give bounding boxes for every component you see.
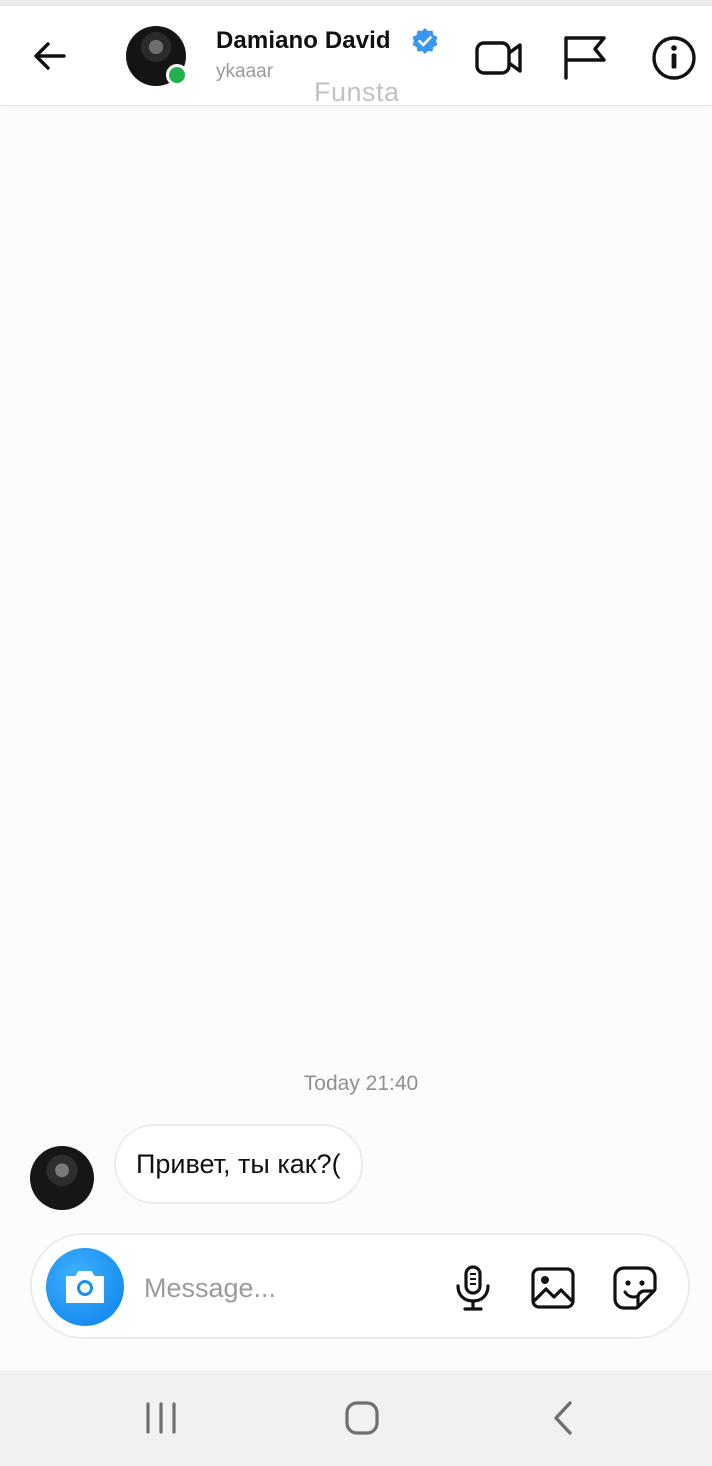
message-thread[interactable] — [0, 107, 712, 1232]
message-timestamp: Today 21:40 — [303, 1072, 419, 1095]
verified-badge-icon — [412, 28, 438, 54]
back-icon — [554, 1401, 572, 1435]
system-back-button[interactable] — [542, 1396, 586, 1440]
info-icon — [652, 36, 696, 80]
home-button[interactable] — [340, 1396, 384, 1440]
home-icon — [345, 1401, 379, 1435]
recents-button[interactable] — [139, 1396, 183, 1440]
message-input[interactable] — [144, 1261, 424, 1315]
sticker-button[interactable] — [610, 1263, 660, 1313]
flag-icon — [564, 36, 606, 80]
recents-icon — [146, 1402, 176, 1434]
chat-header: Damiano David ykaaar Funsta — [0, 6, 712, 107]
contact-name: Damiano David — [216, 27, 391, 54]
report-flag-button[interactable] — [560, 34, 610, 82]
sticker-icon — [613, 1266, 657, 1310]
microphone-icon — [456, 1265, 490, 1311]
camera-icon — [66, 1271, 104, 1303]
voice-message-button[interactable] — [448, 1263, 498, 1313]
overlay-watermark-label: Funsta — [314, 77, 400, 107]
video-call-button[interactable] — [474, 34, 524, 82]
back-button[interactable] — [28, 36, 72, 76]
online-status-dot — [166, 64, 188, 86]
gallery-icon — [531, 1267, 575, 1309]
camera-button[interactable] — [46, 1248, 124, 1326]
message-bubble[interactable]: Привет, ты как?( — [114, 1124, 363, 1204]
contact-avatar[interactable] — [126, 26, 188, 86]
info-button[interactable] — [650, 34, 700, 82]
sender-avatar[interactable] — [30, 1146, 94, 1210]
back-arrow-icon — [34, 42, 66, 70]
message-composer — [30, 1233, 690, 1339]
gallery-button[interactable] — [528, 1263, 578, 1313]
system-navigation-bar — [0, 1370, 712, 1466]
video-call-icon — [475, 41, 522, 75]
